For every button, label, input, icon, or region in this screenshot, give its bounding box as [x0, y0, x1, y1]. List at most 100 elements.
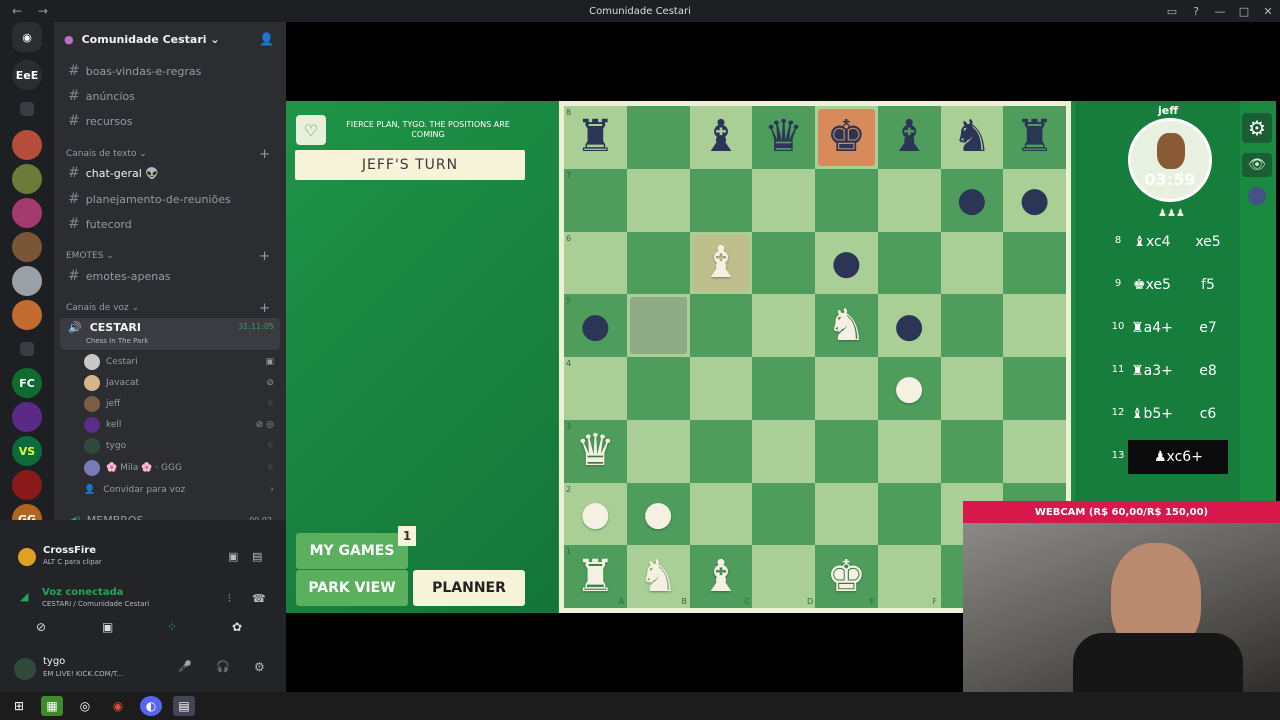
board-square[interactable] [626, 419, 690, 483]
board-square[interactable] [877, 419, 941, 483]
black-bishop-piece[interactable]: ♝ [878, 106, 941, 169]
white-king-piece[interactable]: ♚ [815, 545, 878, 608]
channel-recursos[interactable]: # recursos [60, 110, 280, 132]
channel-chat-geral[interactable]: # chat-geral 👽 [60, 162, 280, 184]
board-square[interactable] [940, 357, 1004, 420]
board-square[interactable] [1003, 357, 1066, 420]
inbox-icon[interactable]: ▭ [1160, 5, 1184, 18]
board-square[interactable] [689, 482, 753, 546]
server-avatar-3[interactable] [12, 198, 42, 228]
board-square[interactable] [689, 294, 753, 357]
black-bishop-piece[interactable]: ♝ [690, 106, 753, 169]
black-king-piece[interactable]: ♚ [815, 106, 878, 169]
board-square[interactable] [689, 357, 753, 420]
avatar[interactable] [14, 658, 36, 680]
headphones-icon[interactable]: 🎧 [216, 660, 230, 673]
white-move[interactable]: ♚xe5 [1128, 277, 1176, 293]
camera-off-icon[interactable]: ⊘ [36, 620, 46, 634]
screenshot-icon[interactable]: ▣ [228, 550, 238, 563]
board-square[interactable] [877, 168, 941, 232]
park-view-button[interactable]: PARK VIEW [296, 570, 408, 606]
server-vs[interactable]: VS [12, 436, 42, 466]
black-move[interactable]: e8 [1184, 363, 1232, 379]
voice-user[interactable]: 🌸 Mila 🌸 · GGG ⁘ [84, 458, 274, 478]
invite-to-voice[interactable]: 👤 Convidar para voz › [84, 480, 274, 500]
chrome-icon[interactable]: ◉ [107, 696, 129, 716]
server-fc[interactable]: FC [12, 368, 42, 398]
board-square[interactable] [752, 482, 815, 546]
folder-icon[interactable] [20, 342, 34, 356]
board-square[interactable] [752, 419, 815, 483]
board-square[interactable] [564, 231, 627, 295]
board-square[interactable] [940, 294, 1004, 357]
black-knight-piece[interactable]: ♞ [941, 106, 1004, 169]
board-square[interactable] [752, 357, 815, 420]
board-square[interactable] [626, 357, 690, 420]
help-icon[interactable]: ? [1184, 5, 1208, 18]
server-avatar-2[interactable] [12, 164, 42, 194]
board-square[interactable] [940, 419, 1004, 483]
white-queen-piece[interactable]: ♛ [564, 420, 627, 483]
board-square[interactable] [877, 482, 941, 546]
white-knight-piece[interactable]: ♞ [627, 545, 690, 608]
voice-user[interactable]: Cestari ▣ [84, 352, 274, 372]
board-square[interactable] [815, 482, 878, 546]
voice-user[interactable]: Javacat ⊘ [84, 373, 274, 393]
board-square[interactable] [1003, 419, 1066, 483]
white-move[interactable]: ♝xc4 [1128, 234, 1176, 250]
black-move[interactable]: c6 [1184, 406, 1232, 422]
board-square[interactable] [877, 545, 941, 608]
channel-planejamento[interactable]: # planejamento-de-reuniões [60, 188, 280, 210]
maximize-icon[interactable]: □ [1232, 5, 1256, 18]
white-move[interactable]: ♟xc6+ [1154, 449, 1203, 465]
voice-user[interactable]: tygo ⁘ [84, 436, 274, 456]
settings-gear-icon[interactable]: ⚙ [254, 660, 265, 674]
discord-taskbar-icon[interactable]: ◐ [140, 696, 162, 716]
board-square[interactable] [1003, 294, 1066, 357]
folder-icon[interactable] [20, 102, 34, 116]
voice-location[interactable]: CESTARI / Comunidade Cestari [42, 600, 149, 608]
my-games-button[interactable]: MY GAMES [296, 533, 408, 569]
server-avatar-1[interactable] [12, 130, 42, 160]
black-pawn-piece[interactable]: ● [564, 294, 627, 357]
board-square[interactable] [564, 168, 627, 232]
server-avatar-8[interactable] [12, 470, 42, 500]
board-square[interactable] [689, 419, 753, 483]
plus-icon[interactable]: + [259, 147, 270, 162]
activities-icon[interactable]: ⁘ [167, 620, 177, 634]
app-icon-2[interactable]: ◎ [74, 696, 96, 716]
white-pawn-piece[interactable]: ● [564, 483, 627, 546]
white-move[interactable]: ♜a3+ [1128, 363, 1176, 379]
server-avatar-4[interactable] [12, 232, 42, 262]
clip-icon[interactable]: ▤ [252, 550, 262, 563]
black-move[interactable]: f5 [1184, 277, 1232, 293]
board-square[interactable] [564, 357, 627, 420]
board-square[interactable] [626, 168, 690, 232]
black-queen-piece[interactable]: ♛ [752, 106, 815, 169]
category-emotes[interactable]: EMOTES ⌄ + [66, 249, 276, 264]
board-square[interactable] [815, 357, 878, 420]
eye-icon[interactable]: 👁 [1242, 153, 1272, 177]
black-pawn-piece[interactable]: ● [941, 169, 1004, 232]
board-square[interactable] [1003, 231, 1066, 295]
category-voice[interactable]: Canais de voz ⌄ + [66, 301, 276, 316]
white-knight-piece[interactable]: ♞ [815, 294, 878, 357]
black-pawn-piece[interactable]: ● [1003, 169, 1066, 232]
white-bishop-piece[interactable]: ♝ [690, 232, 753, 295]
black-pawn-piece[interactable]: ● [815, 232, 878, 295]
board-square[interactable] [626, 231, 690, 295]
white-move[interactable]: ♝b5+ [1128, 406, 1176, 422]
black-pawn-piece[interactable]: ● [878, 294, 941, 357]
white-bishop-piece[interactable]: ♝ [690, 545, 753, 608]
voice-user[interactable]: kell ⊘ ◎ [84, 415, 274, 435]
server-avatar-5[interactable] [12, 266, 42, 296]
discord-home-icon[interactable]: ◉ [12, 22, 42, 52]
board-square[interactable] [689, 168, 753, 232]
server-avatar-6[interactable] [12, 300, 42, 330]
screen-share-icon[interactable]: ▣ [102, 620, 113, 634]
minimize-icon[interactable]: — [1208, 5, 1232, 18]
heart-icon[interactable]: ♡ [296, 115, 326, 145]
soundboard-icon[interactable]: ✿ [232, 620, 242, 634]
channel-futecord[interactable]: # futecord [60, 213, 280, 235]
microphone-icon[interactable]: 🎤 [178, 660, 192, 673]
